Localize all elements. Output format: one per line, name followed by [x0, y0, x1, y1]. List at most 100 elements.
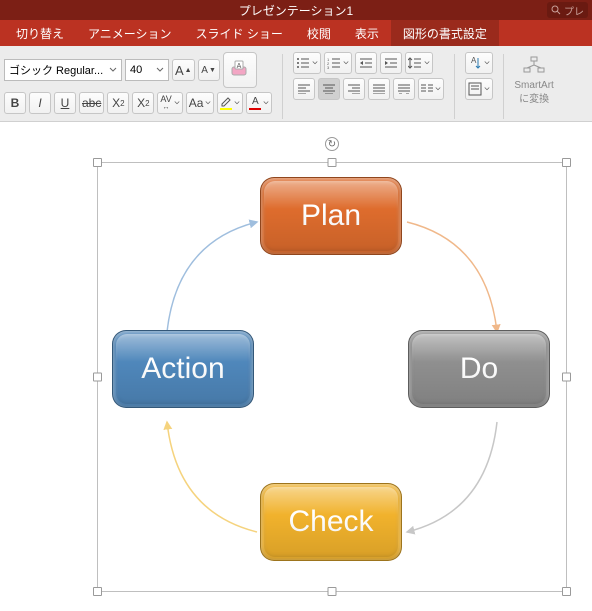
line-spacing-button[interactable]: [405, 52, 433, 74]
chevron-down-icon: [109, 66, 117, 74]
svg-text:A: A: [236, 63, 241, 70]
chevron-down-icon: [312, 60, 318, 66]
bold-button[interactable]: B: [4, 92, 26, 114]
numbering-icon: 123: [327, 57, 341, 69]
ribbon-divider: [503, 54, 504, 119]
text-direction-button[interactable]: A: [465, 52, 493, 74]
text-direction-icon: A: [468, 56, 482, 70]
shape-do[interactable]: Do: [408, 330, 550, 408]
highlight-color-button[interactable]: [217, 92, 243, 114]
outdent-icon: [359, 57, 373, 69]
indent-icon: [384, 57, 398, 69]
shape-check[interactable]: Check: [260, 483, 402, 561]
numbering-button[interactable]: 123: [324, 52, 352, 74]
increase-indent-button[interactable]: [380, 52, 402, 74]
align-left-icon: [298, 84, 310, 94]
shape-label: Do: [460, 352, 498, 386]
align-center-button[interactable]: [318, 78, 340, 100]
paragraph-group: 123: [293, 52, 444, 100]
chevron-down-icon: [484, 60, 490, 66]
search-placeholder: プレ: [564, 3, 584, 18]
smartart-label-2: に変換: [519, 94, 549, 106]
line-spacing-icon: [408, 57, 422, 69]
underline-button[interactable]: U: [54, 92, 76, 114]
align-left-button[interactable]: [293, 78, 315, 100]
bullets-icon: [296, 57, 310, 69]
chevron-down-icon: [343, 60, 349, 66]
strikethrough-button[interactable]: abc: [79, 92, 104, 114]
bullets-button[interactable]: [293, 52, 321, 74]
svg-text:A: A: [471, 56, 477, 65]
font-name-select[interactable]: ゴシック Regular...: [4, 59, 122, 81]
rotate-handle[interactable]: ↻: [325, 137, 339, 151]
search-icon: [551, 5, 561, 15]
tab-transitions[interactable]: 切り替え: [4, 20, 76, 46]
eraser-icon: A: [229, 57, 251, 84]
italic-button[interactable]: I: [29, 92, 51, 114]
chevron-down-icon: [174, 100, 180, 106]
clear-formatting-button[interactable]: A: [223, 52, 257, 88]
caret-up-icon: ▲: [185, 67, 192, 74]
resize-handle-tr[interactable]: [562, 158, 571, 167]
columns-icon: [421, 84, 433, 94]
columns-button[interactable]: [418, 78, 444, 100]
distribute-button[interactable]: [393, 78, 415, 100]
char-spacing-button[interactable]: AV↔: [157, 92, 182, 114]
chevron-down-icon: [263, 100, 269, 106]
font-group: ゴシック Regular... 40 A▲ A▼ A B I U abc X2 …: [4, 52, 272, 114]
tab-animations[interactable]: アニメーション: [76, 20, 184, 46]
tab-view[interactable]: 表示: [343, 20, 391, 46]
chevron-down-icon: [435, 86, 441, 92]
align-right-button[interactable]: [343, 78, 365, 100]
ribbon-divider: [454, 54, 455, 119]
resize-handle-br[interactable]: [562, 587, 571, 596]
ribbon-divider: [282, 54, 283, 119]
chevron-down-icon: [205, 100, 211, 106]
font-color-button[interactable]: A: [246, 92, 272, 114]
font-name-value: ゴシック Regular...: [9, 62, 103, 78]
tab-slideshow[interactable]: スライド ショー: [184, 20, 295, 46]
chevron-down-icon: [234, 100, 240, 106]
smartart-label-1: SmartArt: [514, 80, 553, 92]
search-box[interactable]: プレ: [547, 2, 588, 18]
titlebar: プレゼンテーション1 プレ: [0, 0, 592, 20]
font-size-value: 40: [130, 64, 142, 76]
shape-action[interactable]: Action: [112, 330, 254, 408]
distribute-icon: [398, 84, 410, 94]
shape-plan[interactable]: Plan: [260, 177, 402, 255]
align-center-icon: [323, 84, 335, 94]
subscript-button[interactable]: X2: [132, 92, 154, 114]
document-title: プレゼンテーション1: [239, 2, 353, 19]
resize-handle-tl[interactable]: [93, 158, 102, 167]
chevron-down-icon: [156, 66, 164, 74]
justify-button[interactable]: [368, 78, 390, 100]
decrease-font-button[interactable]: A▼: [198, 59, 220, 81]
change-case-button[interactable]: Aa: [186, 92, 215, 114]
tab-review[interactable]: 校閲: [295, 20, 343, 46]
increase-font-button[interactable]: A▲: [172, 59, 195, 81]
ribbon: ゴシック Regular... 40 A▲ A▼ A B I U abc X2 …: [0, 46, 592, 122]
shape-label: Check: [288, 505, 373, 539]
tab-shape-format[interactable]: 図形の書式設定: [391, 20, 499, 46]
align-text-icon: [468, 82, 482, 96]
smartart-icon: [523, 56, 545, 78]
align-right-icon: [348, 84, 360, 94]
resize-handle-tm[interactable]: [328, 158, 337, 167]
resize-handle-bl[interactable]: [93, 587, 102, 596]
smartart-convert-button[interactable]: SmartArt に変換: [514, 52, 553, 106]
caret-down-icon: ▼: [209, 67, 216, 74]
slide-canvas[interactable]: ↻ Plan Do Check Action: [0, 122, 592, 611]
align-text-button[interactable]: [465, 78, 493, 100]
ribbon-tabs: 切り替え アニメーション スライド ショー 校閲 表示 図形の書式設定: [0, 20, 592, 46]
shape-label: Action: [141, 352, 224, 386]
resize-handle-bm[interactable]: [328, 587, 337, 596]
resize-handle-mr[interactable]: [562, 373, 571, 382]
text-direction-group: A: [465, 52, 493, 100]
svg-text:3: 3: [327, 65, 330, 69]
resize-handle-ml[interactable]: [93, 373, 102, 382]
decrease-indent-button[interactable]: [355, 52, 377, 74]
chevron-down-icon: [424, 60, 430, 66]
shape-label: Plan: [301, 199, 361, 233]
superscript-button[interactable]: X2: [107, 92, 129, 114]
font-size-select[interactable]: 40: [125, 59, 169, 81]
